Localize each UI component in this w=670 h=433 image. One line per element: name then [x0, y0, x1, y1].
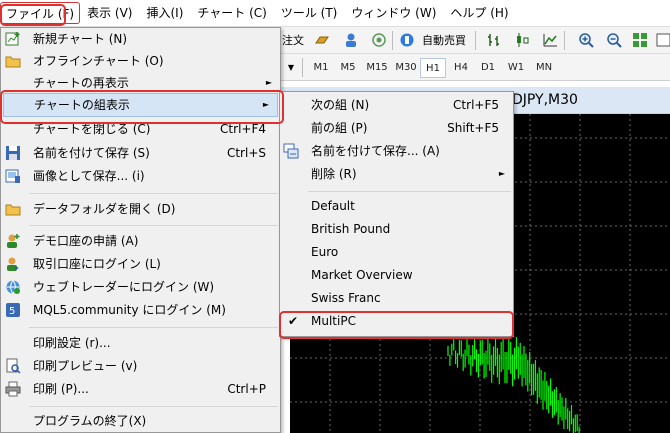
- menu-chart[interactable]: チャート (C): [190, 2, 273, 24]
- profiles-submenu: 次の組 (N) Ctrl+F5 前の組 (P) Shift+F5 名前を付けて保…: [279, 91, 514, 337]
- file-menu-dropdown: 新規チャート (N) オフラインチャート (O) チャートの再表示 ► チャート…: [0, 27, 281, 433]
- toolbar-separator: [302, 58, 303, 77]
- menu-separator: [308, 191, 511, 192]
- print-preview-icon: [5, 358, 21, 374]
- timeframe-m5[interactable]: M5: [335, 58, 361, 78]
- save-profile-icon: [283, 143, 299, 159]
- menubar: ファイル (F) 表示 (V) 挿入(I) チャート (C) ツール (T) ウ…: [0, 0, 670, 27]
- menu-separator: [29, 406, 278, 407]
- menu-tools[interactable]: ツール (T): [274, 2, 345, 24]
- menu-item-demo-account[interactable]: デモ口座の申請 (A): [1, 230, 280, 252]
- menu-item-save-as[interactable]: 名前を付けて保存 (S) Ctrl+S: [1, 142, 280, 164]
- submenu-item-profile-british-pound[interactable]: British Pound: [280, 218, 513, 240]
- menu-separator: [29, 327, 278, 328]
- print-icon: [5, 381, 21, 397]
- submenu-item-profile-market-overview[interactable]: Market Overview: [280, 264, 513, 286]
- menu-view[interactable]: 表示 (V): [80, 2, 139, 24]
- bar-chart-icon[interactable]: [486, 32, 502, 48]
- toolbar-dropdown-arrow-icon[interactable]: ▼: [286, 58, 296, 77]
- new-chart-icon: [5, 31, 21, 47]
- standard-toolbar: 注文 自動売買: [260, 27, 670, 54]
- menu-item-login-trade-account[interactable]: 取引口座にログイン (L): [1, 253, 280, 275]
- zoom-in-icon[interactable]: [578, 32, 594, 48]
- timeframe-h1[interactable]: H1: [420, 58, 446, 78]
- open-folder-icon: [5, 201, 21, 217]
- submenu-item-next-profile[interactable]: 次の組 (N) Ctrl+F5: [280, 94, 513, 116]
- autotrade-button[interactable]: 自動売買: [418, 31, 470, 50]
- timeframe-h4[interactable]: H4: [448, 58, 474, 78]
- menu-separator: [29, 225, 278, 226]
- webtrader-icon: [5, 279, 21, 295]
- toolbar-separator: [564, 31, 565, 50]
- submenu-item-delete[interactable]: 削除 (R) ►: [280, 163, 513, 185]
- submenu-item-profile-swiss-franc[interactable]: Swiss Franc: [280, 287, 513, 309]
- svg-text:5: 5: [9, 306, 15, 317]
- menu-item-exit[interactable]: プログラムの終了(X): [1, 410, 280, 432]
- submenu-item-profile-default[interactable]: Default: [280, 195, 513, 217]
- mql5-icon: 5: [5, 302, 21, 318]
- line-chart-icon[interactable]: [542, 32, 558, 48]
- menu-item-print-setup[interactable]: 印刷設定 (r)...: [1, 332, 280, 354]
- timeframe-m15[interactable]: M15: [363, 58, 391, 78]
- submenu-item-profile-euro[interactable]: Euro: [280, 241, 513, 263]
- timeframe-d1[interactable]: D1: [475, 58, 501, 78]
- autotrade-icon[interactable]: [399, 32, 415, 48]
- menu-insert[interactable]: 挿入(I): [139, 2, 190, 24]
- tile-windows-icon[interactable]: [632, 32, 648, 48]
- annotation-highlight-multipc: [279, 311, 514, 339]
- user-icon[interactable]: [343, 32, 359, 48]
- signal-icon[interactable]: [371, 32, 387, 48]
- timeframe-w1[interactable]: W1: [503, 58, 529, 78]
- timeframe-toolbar: ▼ M1 M5 M15 M30 H1 H4 D1 W1 MN: [260, 54, 670, 81]
- chart-shift-icon[interactable]: [656, 32, 670, 48]
- toolbar-separator: [475, 31, 476, 50]
- toolbar-separator: [392, 31, 393, 50]
- menu-item-new-chart[interactable]: 新規チャート (N): [1, 28, 280, 50]
- gold-bar-icon[interactable]: [314, 32, 330, 48]
- timeframe-m30[interactable]: M30: [392, 58, 420, 78]
- submenu-arrow-icon: ►: [498, 169, 505, 178]
- menu-item-login-mql5[interactable]: 5 MQL5.community にログイン (M): [1, 299, 280, 321]
- menu-window[interactable]: ウィンドウ (W): [344, 2, 443, 24]
- candlestick-series: [447, 337, 580, 433]
- zoom-out-icon[interactable]: [606, 32, 622, 48]
- menu-item-login-webtrader[interactable]: ウェブトレーダーにログイン (W): [1, 276, 280, 298]
- menu-separator: [29, 193, 278, 194]
- demo-account-icon: [5, 233, 21, 249]
- save-icon: [5, 145, 21, 161]
- annotation-highlight-profiles-item: [0, 90, 284, 124]
- menu-item-print[interactable]: 印刷 (P)... Ctrl+P: [1, 378, 280, 400]
- submenu-item-save-profile-as[interactable]: 名前を付けて保存... (A): [280, 140, 513, 162]
- candlestick-icon[interactable]: [514, 32, 530, 48]
- folder-icon: [5, 53, 21, 69]
- menu-item-open-data-folder[interactable]: データフォルダを開く (D): [1, 198, 280, 220]
- menu-item-save-image[interactable]: 画像として保存... (i): [1, 165, 280, 187]
- save-image-icon: [5, 168, 21, 184]
- timeframe-mn[interactable]: MN: [531, 58, 557, 78]
- menu-item-offline-chart[interactable]: オフラインチャート (O): [1, 50, 280, 72]
- submenu-item-previous-profile[interactable]: 前の組 (P) Shift+F5: [280, 117, 513, 139]
- annotation-highlight-file-menu: [0, 4, 66, 26]
- menu-help[interactable]: ヘルプ (H): [443, 2, 515, 24]
- new-order-button[interactable]: 注文: [280, 31, 306, 50]
- login-icon: [5, 256, 21, 272]
- menu-item-print-preview[interactable]: 印刷プレビュー (v): [1, 355, 280, 377]
- timeframe-m1[interactable]: M1: [308, 58, 334, 78]
